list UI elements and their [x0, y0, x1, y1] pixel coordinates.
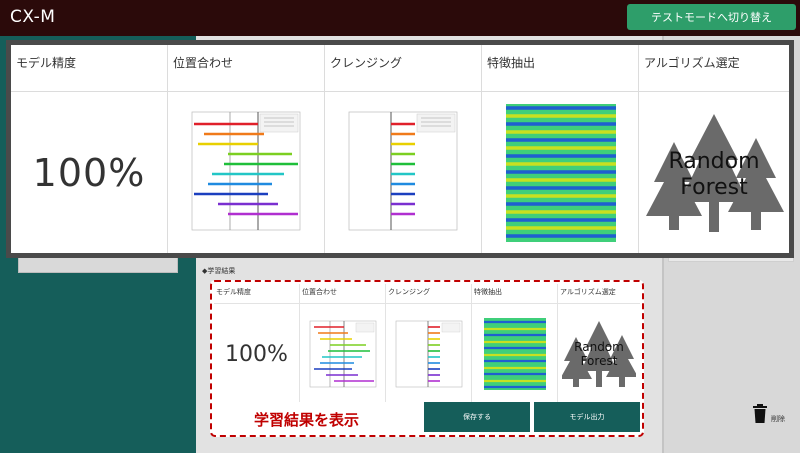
results-col-accuracy: モデル精度 100% [214, 284, 300, 402]
feature-heatmap [506, 104, 616, 242]
algorithm-text-line1: Random [574, 340, 624, 354]
overlay-col-cleansing: クレンジング [325, 45, 482, 253]
results-grid: モデル精度 100% 位置合わせ クレンジング 特徴抽出 アルゴリズム選定 Ra… [214, 284, 640, 402]
overlay-col-header: クレンジング [325, 45, 481, 92]
app-title: CX-M [10, 7, 56, 27]
overlay-col-header: 位置合わせ [168, 45, 324, 92]
delete-action[interactable]: 削除 [752, 404, 792, 426]
alignment-plot-small [309, 320, 376, 388]
overlay-col-header: アルゴリズム選定 [639, 45, 789, 92]
algorithm-text-line1: Random [668, 149, 759, 174]
top-bar: CX-M テストモードへ切り替え [0, 0, 800, 36]
results-col-header: 特徴抽出 [472, 284, 557, 304]
results-col-algorithm: アルゴリズム選定 Random Forest [558, 284, 640, 402]
results-overlay: モデル精度 100% 位置合わせ クレンジング 特徴抽出 アルゴリズム選定 Ra… [6, 40, 794, 258]
results-box: モデル精度 100% 位置合わせ クレンジング 特徴抽出 アルゴリズム選定 Ra… [210, 280, 644, 437]
model-output-button[interactable]: モデル出力 [534, 402, 640, 432]
cleansing-plot [348, 111, 458, 231]
tree-icon: Random Forest [562, 321, 636, 387]
overlay-col-features: 特徴抽出 [482, 45, 639, 253]
overlay-col-header: モデル精度 [11, 45, 167, 92]
results-col-header: 位置合わせ [300, 284, 385, 304]
overlay-col-header: 特徴抽出 [482, 45, 638, 92]
algorithm-text-line2: Forest [581, 354, 618, 368]
results-col-cleansing: クレンジング [386, 284, 472, 402]
trash-icon [753, 404, 767, 423]
feature-heatmap-small [483, 318, 546, 390]
section-label: ◆学習結果 [202, 267, 236, 275]
save-button[interactable]: 保存する [424, 402, 530, 432]
tree-icon: Random Forest [646, 114, 784, 232]
results-accuracy-value: 100% [225, 341, 288, 367]
results-col-header: モデル精度 [214, 284, 299, 304]
overlay-col-accuracy: モデル精度 100% [11, 45, 168, 253]
overlay-accuracy-value: 100% [32, 151, 146, 195]
results-col-alignment: 位置合わせ [300, 284, 386, 402]
overlay-col-alignment: 位置合わせ [168, 45, 325, 253]
alignment-plot [191, 111, 301, 231]
test-mode-button[interactable]: テストモードへ切り替え [627, 4, 796, 30]
results-col-features: 特徴抽出 [472, 284, 558, 402]
results-col-header: アルゴリズム選定 [558, 284, 640, 304]
left-panel-card [18, 257, 178, 273]
show-results-label[interactable]: 学習結果を表示 [254, 409, 359, 430]
delete-label: 削除 [771, 415, 785, 423]
algorithm-text-line2: Forest [680, 175, 748, 200]
overlay-col-algorithm: アルゴリズム選定 Random Forest [639, 45, 789, 253]
cleansing-plot-small [395, 320, 462, 388]
results-col-header: クレンジング [386, 284, 471, 304]
